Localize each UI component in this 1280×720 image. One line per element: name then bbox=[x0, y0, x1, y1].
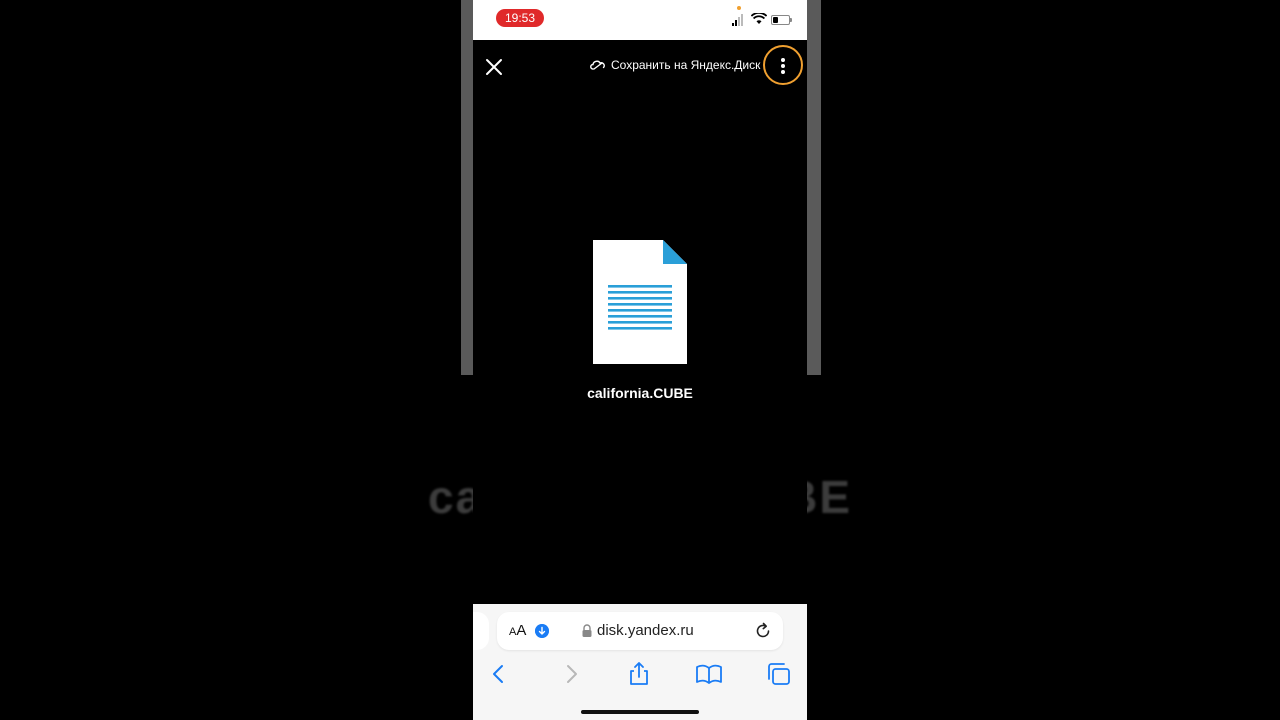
document-icon bbox=[593, 240, 687, 364]
text-size-large-a: A bbox=[516, 622, 527, 639]
more-vertical-icon bbox=[781, 58, 785, 74]
more-options-button[interactable] bbox=[763, 45, 807, 89]
backdrop-band-right bbox=[807, 0, 821, 375]
forward-icon[interactable] bbox=[557, 660, 585, 688]
cellular-signal-icon bbox=[732, 14, 746, 26]
backdrop-band-left bbox=[461, 0, 473, 375]
share-icon[interactable] bbox=[625, 660, 653, 688]
phone-screen: 19:53 Сохранить на Яндекс.Диск californi… bbox=[473, 0, 807, 720]
save-to-yandex-disk-label: Сохранить на Яндекс.Диск bbox=[611, 58, 761, 72]
file-name: california.CUBE bbox=[587, 385, 693, 401]
address-bar[interactable]: AA disk.yandex.ru bbox=[497, 612, 783, 650]
privacy-indicator-dot bbox=[737, 6, 741, 10]
home-indicator[interactable] bbox=[581, 710, 699, 714]
tabs-icon[interactable] bbox=[765, 660, 793, 688]
yandex-disk-cloud-icon bbox=[590, 60, 605, 70]
url-text: disk.yandex.ru bbox=[597, 622, 694, 639]
status-time: 19:53 bbox=[496, 9, 544, 27]
previous-tab-peek[interactable] bbox=[473, 612, 489, 650]
close-icon[interactable] bbox=[483, 56, 505, 78]
bookmarks-icon[interactable] bbox=[695, 660, 723, 688]
back-icon[interactable] bbox=[485, 660, 513, 688]
battery-icon bbox=[771, 15, 792, 25]
download-arrow-icon[interactable] bbox=[535, 624, 549, 638]
reload-icon[interactable] bbox=[753, 621, 773, 641]
wifi-icon bbox=[751, 13, 767, 24]
lock-icon bbox=[582, 624, 592, 637]
text-size-button[interactable]: AA bbox=[509, 622, 526, 639]
safari-bottom-bar: AA disk.yandex.ru bbox=[473, 604, 807, 720]
save-to-yandex-disk-button[interactable]: Сохранить на Яндекс.Диск bbox=[589, 56, 760, 74]
status-bar: 19:53 bbox=[473, 0, 807, 40]
